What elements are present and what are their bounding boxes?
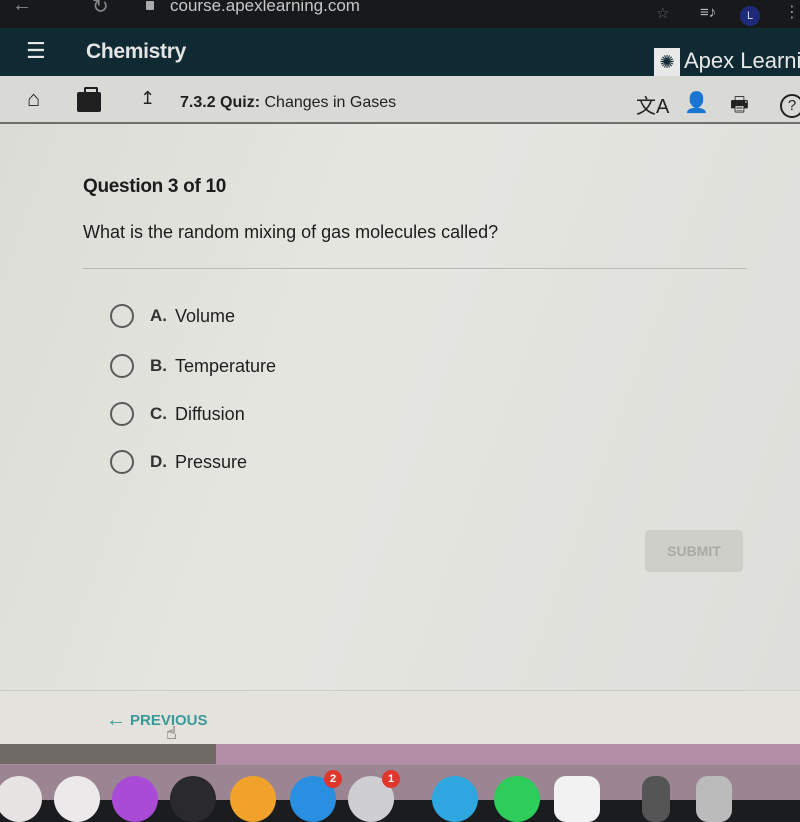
radio-button[interactable] <box>110 402 134 426</box>
breadcrumb-title: Changes in Gases <box>264 94 397 111</box>
back-arrow-icon[interactable]: ← <box>12 0 32 17</box>
option-letter: C. <box>150 404 167 423</box>
bookmark-star-icon[interactable]: ☆ <box>656 4 669 22</box>
spotify-app-icon[interactable] <box>494 776 540 822</box>
trash-icon[interactable] <box>696 776 732 822</box>
breadcrumb: 7.3.2 Quiz: Changes in Gases <box>180 94 396 112</box>
answer-option-c[interactable]: C. Diffusion <box>110 402 245 426</box>
reload-icon[interactable]: ↻ <box>92 0 109 19</box>
radio-button[interactable] <box>110 450 134 474</box>
course-title: Chemistry <box>86 40 187 63</box>
course-toolbar: ⌂ ↥ 7.3.2 Quiz: Changes in Gases 文A 👤 🖶 … <box>0 76 800 124</box>
option-label: Pressure <box>175 451 248 472</box>
print-icon[interactable]: 🖶 <box>730 90 749 124</box>
home-icon[interactable]: ⌂ <box>27 86 40 112</box>
answer-option-b[interactable]: B. Temperature <box>110 354 276 378</box>
apple-tv-app-icon[interactable] <box>170 776 216 822</box>
music-app-icon[interactable] <box>54 776 100 822</box>
option-letter: B. <box>150 356 167 375</box>
chrome-app-icon[interactable] <box>554 776 600 822</box>
option-letter: A. <box>150 306 167 325</box>
arrow-left-icon: ← <box>106 709 126 731</box>
help-icon[interactable]: ? <box>780 94 800 118</box>
browser-menu-icon[interactable]: ⋮ <box>784 2 800 22</box>
breadcrumb-type: Quiz: <box>220 94 261 111</box>
hand-cursor-icon: ☝ <box>166 723 177 743</box>
vpn-app-icon[interactable] <box>432 776 478 822</box>
option-label: Volume <box>175 305 236 326</box>
option-letter: D. <box>150 452 167 471</box>
answer-option-d[interactable]: D. Pressure <box>110 450 247 474</box>
podcasts-app-icon[interactable] <box>112 776 158 822</box>
apex-logo-icon: ✺ <box>654 48 680 76</box>
answer-option-a[interactable]: A. Volume <box>110 304 235 328</box>
downloads-stack-icon[interactable] <box>642 776 670 822</box>
breadcrumb-number: 7.3.2 <box>180 94 216 111</box>
question-progress: Question 3 of 10 <box>83 176 227 197</box>
submit-button[interactable]: SUBMIT <box>645 530 743 572</box>
hamburger-menu-icon[interactable]: ☰ <box>26 38 46 64</box>
divider <box>83 268 747 269</box>
question-text: What is the random mixing of gas molecul… <box>83 222 499 242</box>
quiz-content: Question 3 of 10 What is the random mixi… <box>0 124 800 690</box>
option-label: Diffusion <box>175 403 245 424</box>
news-app-icon[interactable] <box>0 776 42 822</box>
media-queue-icon[interactable]: ≡♪ <box>700 4 716 21</box>
books-app-icon[interactable] <box>230 776 276 822</box>
profile-avatar[interactable]: L <box>740 6 760 26</box>
app-header: ☰ Chemistry ✺ Apex Learning <box>0 28 800 76</box>
previous-button[interactable]: ← PREVIOUS <box>106 709 208 732</box>
quiz-footer: ← PREVIOUS ☝ <box>0 690 800 744</box>
radio-button[interactable] <box>110 354 134 378</box>
option-label: Temperature <box>175 355 277 376</box>
text-to-speech-icon[interactable]: 👤 <box>684 90 709 115</box>
system-preferences-badge: 1 <box>382 770 400 788</box>
app-store-badge: 2 <box>324 770 342 788</box>
up-level-icon[interactable]: ↥ <box>140 88 155 109</box>
radio-button[interactable] <box>110 304 134 328</box>
browser-toolbar: ← ↻ course.apexlearning.com ☆ ≡♪ L ⋮ <box>0 0 800 28</box>
address-bar[interactable]: course.apexlearning.com <box>170 0 360 16</box>
briefcase-icon[interactable] <box>77 87 101 112</box>
lock-icon <box>146 1 154 10</box>
translate-icon[interactable]: 文A <box>636 90 669 119</box>
brand-name: Apex Learning <box>684 48 800 73</box>
